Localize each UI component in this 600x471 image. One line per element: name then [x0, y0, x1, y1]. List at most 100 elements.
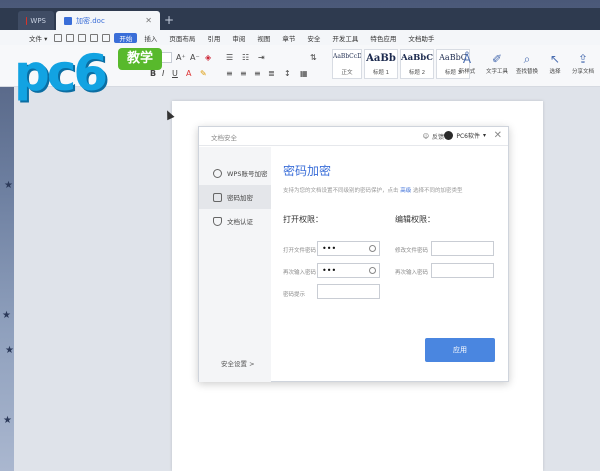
feedback-label: 反馈 [431, 134, 444, 141]
save-icon[interactable] [54, 33, 63, 42]
show-password-icon[interactable] [369, 245, 376, 252]
align-right-icon[interactable]: ≡ [254, 69, 261, 78]
sort-icon[interactable]: ⇅ [310, 53, 317, 62]
sidebar-item-label: WPS账号加密 [227, 170, 268, 178]
edit-confirm-password-field[interactable] [431, 263, 494, 278]
menu-section[interactable]: 章节 [277, 33, 300, 43]
show-password-icon[interactable] [369, 267, 376, 274]
cursor-icon: ↖ [549, 52, 561, 66]
open-confirm-value: ••• [322, 266, 337, 275]
section-title: 密码加密 [283, 164, 332, 178]
title-bar: WPS 加密.doc ✕ + [0, 8, 600, 30]
underline-icon[interactable]: U [172, 69, 178, 78]
share-document-button[interactable]: ⇪ 分享文档 [568, 51, 598, 75]
password-hint-field[interactable] [317, 284, 380, 299]
sidebar-item-document-auth[interactable]: 文档认证 [199, 209, 271, 233]
menu-doc-assistant[interactable]: 文档助手 [403, 33, 439, 43]
open-confirm-label: 再次输入密码 [283, 270, 317, 276]
shrink-font-icon[interactable]: A⁻ [190, 53, 200, 62]
numbered-list-icon[interactable]: ☷ [242, 53, 249, 62]
edit-permission-heading: 编辑权限： [395, 215, 435, 224]
add-tab-icon[interactable]: + [164, 13, 174, 27]
indent-icon[interactable]: ⇥ [258, 53, 265, 62]
open-password-field[interactable]: ••• [317, 241, 380, 256]
shield-icon [213, 216, 222, 226]
clear-format-icon[interactable]: ◈ [205, 53, 211, 62]
user-menu[interactable]: PC6软件 ▾ [444, 131, 486, 140]
description-text: 支持为您的文档设置不同级别的密码保护，点击 [283, 188, 399, 194]
menu-review[interactable]: 审阅 [227, 33, 250, 43]
logo-text: pc6 [14, 44, 108, 102]
menu-file[interactable]: 文件 ▾ [24, 33, 52, 43]
italic-icon[interactable]: I [162, 69, 164, 78]
text-tools-button[interactable]: ✐ 文字工具 [482, 51, 512, 75]
tool-label: 查找替换 [515, 69, 538, 75]
sidebar-item-label: 文档认证 [227, 218, 253, 226]
advanced-link[interactable]: 高级 [400, 188, 411, 194]
line-spacing-icon[interactable]: ↕ [284, 69, 291, 78]
open-permission-heading: 打开权限： [283, 215, 323, 224]
chevron-down-icon: ▾ [482, 132, 486, 139]
lock-icon [213, 192, 222, 202]
grow-font-icon[interactable]: A⁺ [176, 53, 186, 62]
apply-button[interactable]: 应用 [425, 338, 495, 362]
open-confirm-password-field[interactable]: ••• [317, 263, 380, 278]
menu-security[interactable]: 安全 [302, 33, 325, 43]
tab-wps[interactable]: WPS [18, 11, 54, 30]
menu-developer[interactable]: 开发工具 [327, 33, 363, 43]
dialog-title: 文档安全 [211, 134, 237, 142]
password-hint-label: 密码提示 [283, 292, 306, 298]
style-name: 正文 [341, 70, 353, 76]
borders-icon[interactable]: ▦ [300, 69, 308, 78]
sidebar-item-label: 密码加密 [227, 194, 253, 202]
star-decoration: ★ [5, 345, 14, 356]
style-normal[interactable]: AaBbCcDd 正文 [332, 49, 362, 79]
find-replace-button[interactable]: ⌕ 查找替换 [512, 51, 542, 75]
section-description: 支持为您的文档设置不同级别的密码保护，点击 高级 选择不同的加密类型 [283, 186, 463, 194]
menu-page-layout[interactable]: 页面布局 [164, 33, 200, 43]
tool-label: 选择 [549, 69, 561, 75]
sidebar-item-password-encrypt[interactable]: 密码加密 [199, 185, 271, 209]
document-security-dialog: 文档安全 ☺ 反馈 PC6软件 ▾ ✕ WPS账号加密 密码加密 文档认证 安全… [198, 126, 509, 382]
style-sample: AaBbC [401, 53, 433, 63]
style-heading-1[interactable]: AaBb 标题 1 [364, 49, 398, 79]
dialog-sidebar: WPS账号加密 密码加密 文档认证 安全设置 > [199, 147, 271, 382]
close-tab-icon[interactable]: ✕ [145, 16, 152, 25]
menu-view[interactable]: 视图 [252, 33, 275, 43]
preview-icon[interactable] [78, 33, 87, 42]
menu-features[interactable]: 特色应用 [365, 33, 401, 43]
select-button[interactable]: ↖ 选择 [540, 51, 570, 75]
tool-label: 文字工具 [485, 69, 508, 75]
style-sample: AaBbCcDd [333, 53, 361, 60]
menu-file-label: 文件 [29, 34, 42, 43]
edit-password-field[interactable] [431, 241, 494, 256]
bullet-list-icon[interactable]: ☰ [226, 53, 233, 62]
feedback-icon: ☺ [422, 133, 429, 140]
text-tools-icon: ✐ [491, 52, 503, 66]
logo-badge: 教学 [118, 48, 162, 70]
dialog-main: 密码加密 支持为您的文档设置不同级别的密码保护，点击 高级 选择不同的加密类型 … [271, 147, 509, 382]
justify-icon[interactable]: ≣ [268, 69, 275, 78]
undo-icon[interactable] [90, 33, 99, 42]
redo-icon[interactable] [102, 33, 111, 42]
align-left-icon[interactable]: ≡ [226, 69, 233, 78]
align-center-icon[interactable]: ≡ [240, 69, 247, 78]
menu-insert[interactable]: 插入 [139, 33, 162, 43]
user-name: PC6软件 [456, 133, 480, 140]
highlight-icon[interactable]: ✎ [200, 69, 207, 78]
style-heading-2[interactable]: AaBbC 标题 2 [400, 49, 434, 79]
feedback-link[interactable]: ☺ 反馈 [423, 132, 444, 141]
user-icon [213, 168, 222, 178]
description-text: 选择不同的加密类型 [413, 188, 463, 194]
tab-document[interactable]: 加密.doc ✕ [56, 11, 160, 30]
star-decoration: ★ [2, 310, 11, 321]
font-color-icon[interactable]: A [186, 69, 191, 78]
menu-home[interactable]: 开始 [114, 32, 138, 43]
open-password-label: 打开文件密码 [283, 248, 317, 254]
menu-references[interactable]: 引用 [202, 33, 225, 43]
new-style-button[interactable]: Å 新样式 [452, 51, 482, 75]
close-icon[interactable]: ✕ [494, 130, 502, 141]
print-icon[interactable] [66, 33, 75, 42]
sidebar-item-wps-account-encrypt[interactable]: WPS账号加密 [199, 161, 271, 185]
security-settings-link[interactable]: 安全设置 > [221, 358, 255, 368]
